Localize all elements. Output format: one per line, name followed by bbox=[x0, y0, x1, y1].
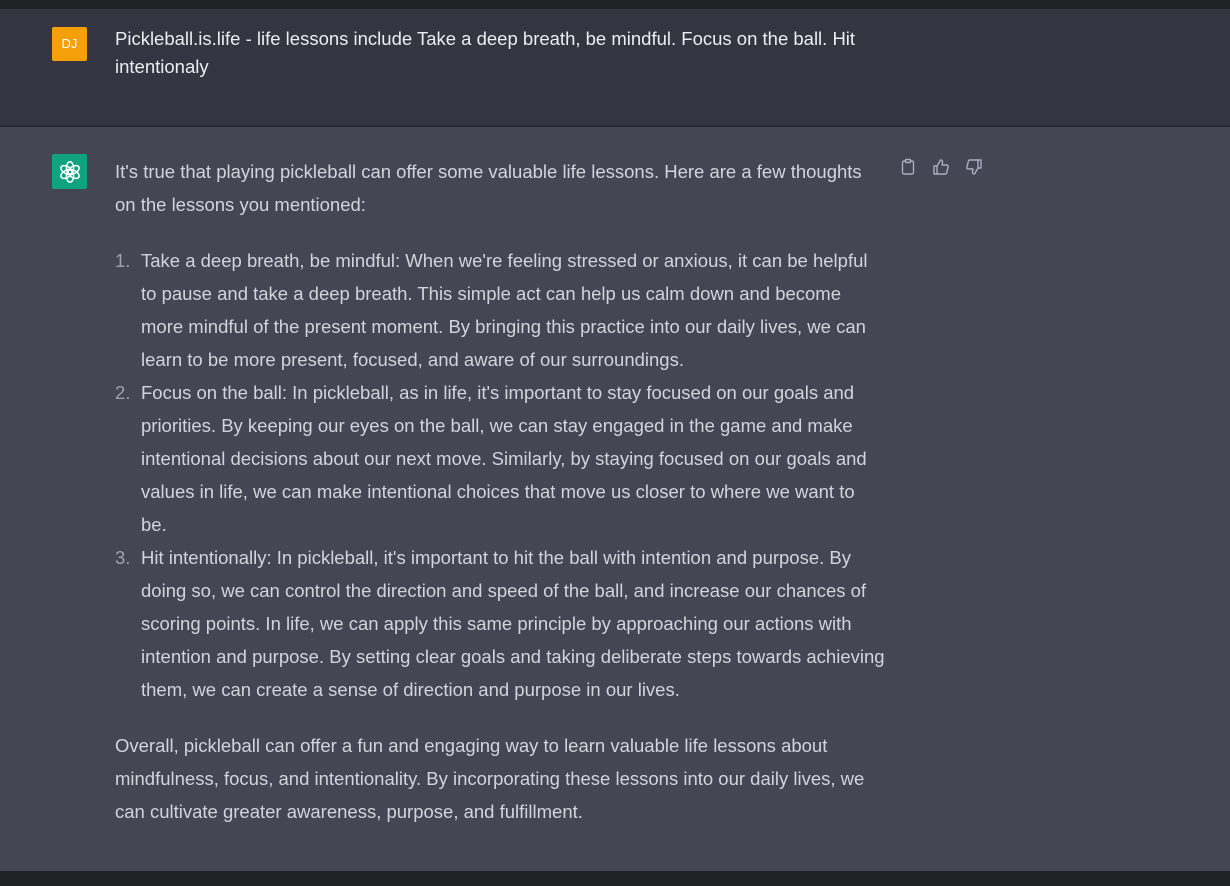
list-item-number: 1. bbox=[115, 250, 131, 271]
list-item-text: Focus on the ball: In pickleball, as in … bbox=[141, 382, 867, 535]
copy-icon bbox=[901, 158, 915, 175]
list-item-number: 2. bbox=[115, 382, 131, 403]
list-item-number: 3. bbox=[115, 547, 131, 568]
assistant-conclusion: Overall, pickleball can offer a fun and … bbox=[115, 735, 865, 822]
assistant-message-row: It's true that playing pickleball can of… bbox=[0, 127, 1230, 871]
assistant-intro: It's true that playing pickleball can of… bbox=[115, 161, 862, 215]
user-message-text: Pickleball.is.life - life lessons includ… bbox=[115, 28, 856, 77]
list-item-text: Hit intentionally: In pickleball, it's i… bbox=[141, 547, 885, 700]
message-actions bbox=[898, 157, 984, 177]
list-item: 3. Hit intentionally: In pickleball, it'… bbox=[115, 541, 885, 706]
thumbs-up-button[interactable] bbox=[931, 157, 951, 177]
chat-window: DJ Pickleball.is.life - life lessons inc… bbox=[0, 0, 1230, 886]
assistant-message-content: It's true that playing pickleball can of… bbox=[115, 155, 885, 828]
list-item: 2. Focus on the ball: In pickleball, as … bbox=[115, 376, 885, 541]
assistant-avatar bbox=[52, 154, 87, 189]
list-item-text: Take a deep breath, be mindful: When we'… bbox=[141, 250, 868, 370]
top-edge bbox=[0, 0, 1230, 9]
lesson-list: 1. Take a deep breath, be mindful: When … bbox=[115, 244, 885, 706]
thumbs-up-icon bbox=[933, 159, 949, 175]
thumbs-down-icon bbox=[966, 159, 982, 175]
list-item: 1. Take a deep breath, be mindful: When … bbox=[115, 244, 885, 376]
thumbs-down-button[interactable] bbox=[964, 157, 984, 177]
bottom-edge bbox=[0, 871, 1230, 886]
copy-button[interactable] bbox=[898, 157, 918, 177]
user-avatar: DJ bbox=[52, 27, 87, 61]
user-message-row: DJ Pickleball.is.life - life lessons inc… bbox=[0, 9, 1230, 125]
openai-logo-icon bbox=[59, 160, 80, 183]
